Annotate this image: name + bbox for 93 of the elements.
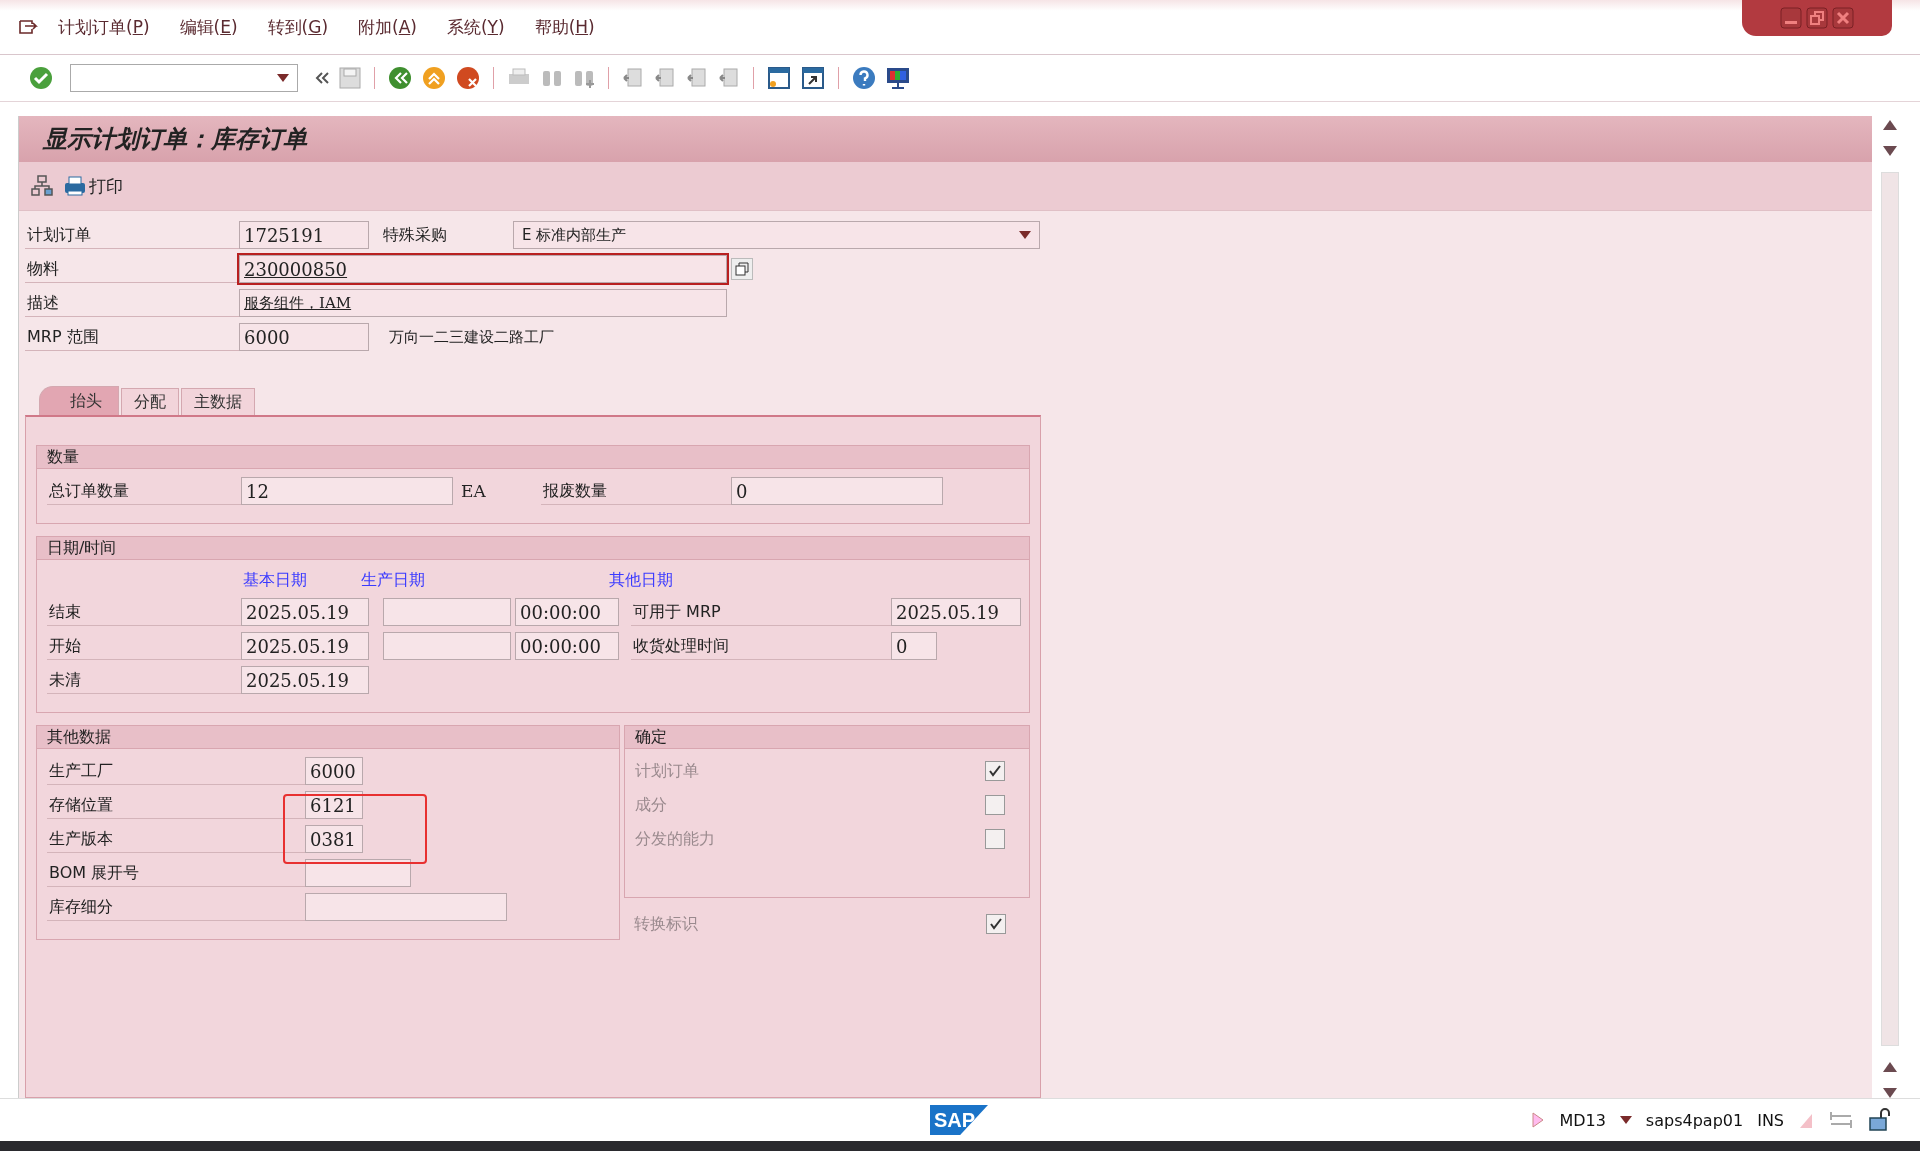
play-icon[interactable] (1531, 1111, 1546, 1129)
tab[interactable]: 分配 (121, 388, 179, 415)
minimize-icon[interactable] (1780, 7, 1802, 29)
menu-item[interactable]: 计划订单(P) (58, 15, 150, 39)
checkbox[interactable] (985, 829, 1005, 849)
tab[interactable]: 主数据 (181, 388, 255, 415)
group-title: 数量 (37, 446, 1029, 469)
dropdown-icon[interactable] (277, 74, 289, 82)
shortcut-icon[interactable] (800, 65, 826, 91)
logo: SAP (930, 1105, 988, 1135)
group-title: 日期/时间 (37, 537, 1029, 560)
input-field[interactable]: 00:00:00 (515, 598, 619, 626)
menu-item[interactable]: 系统(Y) (446, 15, 505, 39)
page-icon[interactable] (653, 66, 677, 90)
plant-name: 万向一二三建设二路工厂 (389, 327, 554, 347)
dropdown-field[interactable]: E 标准内部生产 (513, 221, 1040, 249)
input-field[interactable] (305, 893, 507, 921)
input-mode: INS (1757, 1110, 1784, 1130)
up-icon[interactable] (421, 65, 447, 91)
menu-item[interactable]: 附加(A) (358, 15, 417, 39)
lock-icon[interactable] (1868, 1108, 1892, 1132)
transaction-code[interactable]: MD13 (1559, 1110, 1606, 1130)
help-icon[interactable] (851, 65, 877, 91)
input-field[interactable]: 6000 (239, 323, 369, 351)
input-field[interactable]: 0 (731, 477, 943, 505)
input-field[interactable] (383, 598, 511, 626)
page-icon[interactable] (621, 66, 645, 90)
input-field[interactable]: 2025.05.19 (241, 632, 369, 660)
input-field[interactable]: 0381 (305, 825, 363, 853)
scroll-down-icon[interactable] (1883, 146, 1897, 156)
screen-title: 显示计划订单：库存订单 (43, 123, 307, 155)
field-label: 特殊采购 (383, 224, 448, 246)
input-field[interactable]: 6121 (305, 791, 363, 819)
input-field[interactable]: 2025.05.19 (891, 598, 1021, 626)
scroll-up-icon[interactable] (1883, 1062, 1897, 1072)
new-window-icon[interactable] (766, 65, 792, 91)
hierarchy-icon[interactable] (31, 175, 53, 197)
tab[interactable]: 抬头 (39, 386, 119, 415)
close-icon[interactable] (1832, 7, 1854, 29)
check-icon[interactable] (28, 65, 54, 91)
cancel-icon[interactable] (455, 65, 481, 91)
maximize-icon[interactable] (1806, 7, 1828, 29)
field-label: 生产工厂 (47, 757, 305, 785)
input-field[interactable]: 2025.05.19 (241, 666, 369, 694)
unit-text: EA (460, 481, 487, 501)
checkbox-label: 分发的能力 (635, 828, 715, 850)
transfer-icon (1828, 1110, 1854, 1130)
back-icon[interactable] (387, 65, 413, 91)
dropdown-icon[interactable] (1019, 231, 1031, 239)
checkbox-label: 计划订单 (635, 760, 699, 782)
checkbox[interactable] (985, 795, 1005, 815)
server-name: saps4pap01 (1645, 1110, 1744, 1130)
input-field[interactable]: 6000 (305, 757, 363, 785)
checkbox-label: 转换标识 (634, 913, 698, 935)
field-label: 存储位置 (47, 791, 305, 819)
input-field[interactable]: 00:00:00 (515, 632, 619, 660)
copy-icon[interactable] (731, 258, 753, 280)
menu-icon[interactable] (18, 19, 38, 35)
field-label: 可用于 MRP (631, 598, 891, 626)
field-label: 生产版本 (47, 825, 305, 853)
input-field[interactable] (383, 632, 511, 660)
page-icon[interactable] (717, 66, 741, 90)
field-label: BOM 展开号 (47, 859, 305, 887)
scroll-up-icon[interactable] (1883, 120, 1897, 130)
input-field[interactable]: 1725191 (239, 221, 369, 249)
input-field[interactable]: 2025.05.19 (241, 598, 369, 626)
checkbox-label: 成分 (635, 794, 667, 816)
group-title: 确定 (625, 726, 1029, 749)
group-title: 其他数据 (37, 726, 619, 749)
checkbox[interactable] (985, 761, 1005, 781)
column-header: 基本日期 (243, 569, 308, 591)
field-label: 库存细分 (47, 893, 305, 921)
input-field[interactable]: 230000850 (239, 255, 727, 283)
dropdown-icon[interactable] (1619, 1116, 1632, 1124)
input-field[interactable]: 服务组件，IAM (239, 289, 727, 317)
input-field[interactable]: 0 (891, 632, 937, 660)
menu-item[interactable]: 帮助(H) (534, 15, 595, 39)
monitor-icon[interactable] (885, 65, 911, 91)
printer-icon (63, 175, 87, 197)
page-icon[interactable] (685, 66, 709, 90)
menu-item[interactable]: 编辑(E) (179, 15, 238, 39)
menu-item[interactable]: 转到(G) (267, 15, 329, 39)
print-button[interactable]: 打印 (59, 174, 127, 198)
window-controls[interactable] (1742, 0, 1892, 36)
column-header: 生产日期 (361, 569, 426, 591)
double-chevron-icon[interactable] (314, 70, 330, 86)
column-header: 其他日期 (609, 569, 673, 591)
command-field[interactable] (70, 64, 298, 92)
save-icon[interactable] (338, 66, 362, 90)
input-field[interactable]: 12 (241, 477, 453, 505)
input-field[interactable] (305, 859, 411, 887)
field-label: 收货处理时间 (631, 632, 891, 660)
checkbox[interactable] (986, 914, 1006, 934)
